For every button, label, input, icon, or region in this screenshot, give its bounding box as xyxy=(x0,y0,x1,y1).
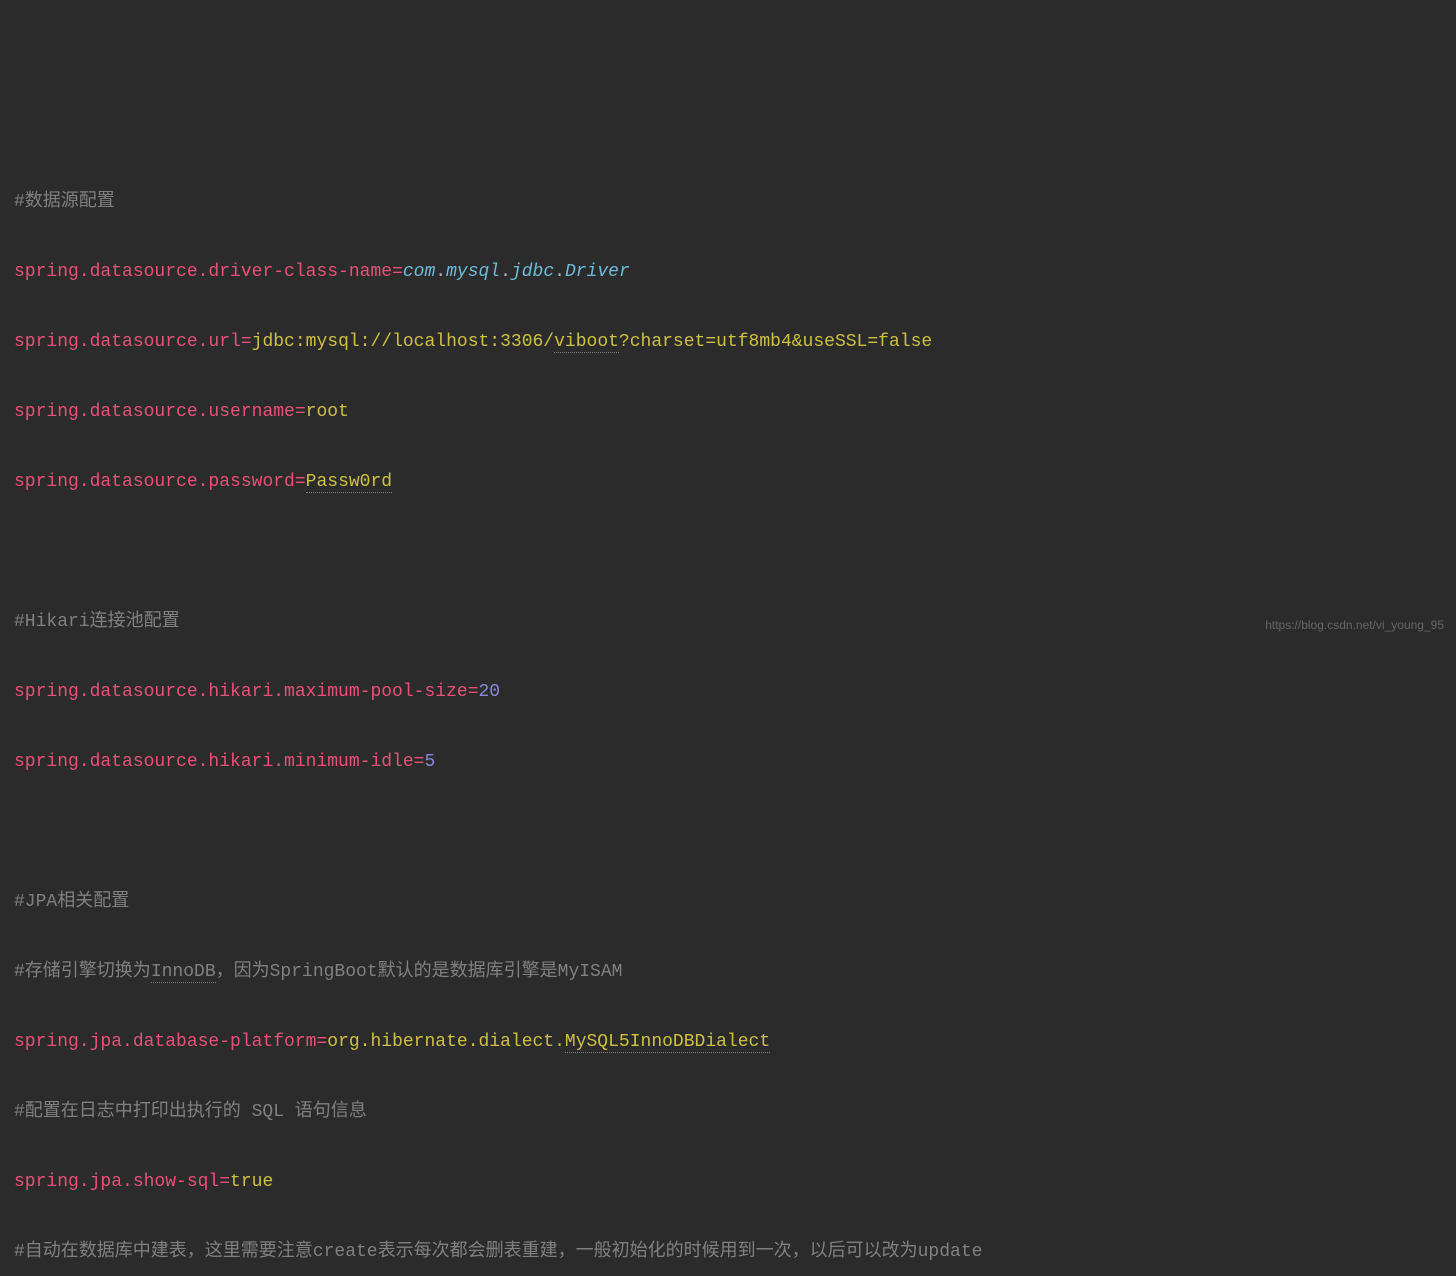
comment-line: #数据源配置 xyxy=(14,192,115,212)
watermark-text: https://blog.csdn.net/vi_young_95 xyxy=(1265,618,1444,632)
equals-sign: = xyxy=(295,402,306,422)
equals-sign: = xyxy=(219,1172,230,1192)
property-key: spring.datasource.hikari.minimum-idle xyxy=(14,752,414,772)
property-value: ?charset=utf8mb4&useSSL=false xyxy=(619,332,932,352)
dot: . xyxy=(554,262,565,282)
property-key: spring.jpa.show-sql xyxy=(14,1172,219,1192)
property-key: spring.datasource.driver-class-name xyxy=(14,262,392,282)
equals-sign: = xyxy=(316,1032,327,1052)
property-value: org.hibernate.dialect. xyxy=(327,1032,565,1052)
comment-line: #Hikari连接池配置 xyxy=(14,612,180,632)
property-value-class: MySQL5InnoDBDialect xyxy=(565,1032,770,1053)
property-key: spring.datasource.password xyxy=(14,472,295,492)
equals-sign: = xyxy=(414,752,425,772)
equals-sign: = xyxy=(241,332,252,352)
property-key: spring.datasource.hikari.maximum-pool-si… xyxy=(14,682,468,702)
equals-sign: = xyxy=(468,682,479,702)
class-part: Driver xyxy=(565,262,630,282)
dot: . xyxy=(435,262,446,282)
comment-keyword: InnoDB xyxy=(151,962,216,983)
property-value: jdbc:mysql://localhost:3306/ xyxy=(252,332,554,352)
property-value-db: viboot xyxy=(554,332,619,353)
class-part: jdbc xyxy=(511,262,554,282)
property-key: spring.datasource.username xyxy=(14,402,295,422)
comment-line: #JPA相关配置 xyxy=(14,892,129,912)
comment-line: #配置在日志中打印出执行的 SQL 语句信息 xyxy=(14,1102,367,1122)
comment-line: #存储引擎切换为 xyxy=(14,962,151,982)
comment-line: ，因为SpringBoot默认的是数据库引擎是MyISAM xyxy=(216,962,623,982)
equals-sign: = xyxy=(392,262,403,282)
property-key: spring.jpa.database-platform xyxy=(14,1032,316,1052)
class-part: mysql xyxy=(446,262,500,282)
comment-line: #自动在数据库中建表，这里需要注意create表示每次都会删表重建，一般初始化的… xyxy=(14,1242,982,1262)
property-value: 20 xyxy=(479,682,501,702)
class-part: com xyxy=(403,262,435,282)
property-key: spring.datasource.url xyxy=(14,332,241,352)
property-value: Passw0rd xyxy=(306,472,392,493)
dot: . xyxy=(500,262,511,282)
equals-sign: = xyxy=(295,472,306,492)
property-value: true xyxy=(230,1172,273,1192)
property-value: 5 xyxy=(424,752,435,772)
code-editor[interactable]: #数据源配置 spring.datasource.driver-class-na… xyxy=(14,150,1442,1276)
property-value: root xyxy=(306,402,349,422)
